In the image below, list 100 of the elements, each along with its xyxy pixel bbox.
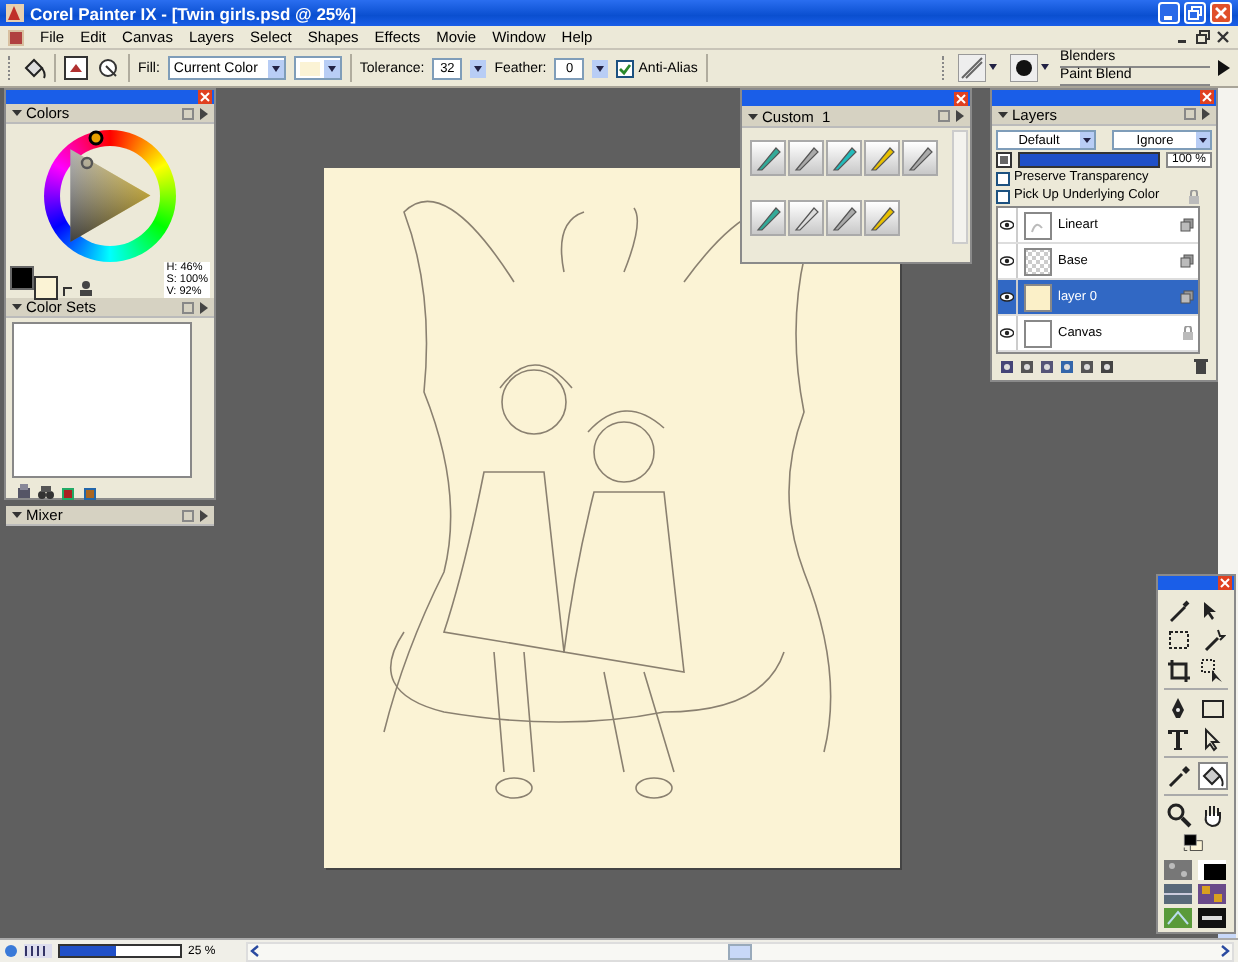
dropdown-arrow-icon xyxy=(1196,132,1210,148)
tool-button[interactable] xyxy=(1164,800,1194,828)
dropdown-arrow-icon[interactable] xyxy=(470,59,487,77)
expand-arrow-icon[interactable] xyxy=(200,301,208,313)
swap-colors-icon[interactable] xyxy=(62,286,74,298)
layer-thumbnail xyxy=(1024,283,1052,311)
brush-dab-button[interactable] xyxy=(1008,52,1052,84)
brush-variant-button[interactable] xyxy=(750,199,786,235)
paint-bucket-icon xyxy=(1200,763,1226,789)
brush-variant-button[interactable] xyxy=(788,140,824,176)
brush-variant-button[interactable] xyxy=(750,140,786,176)
trash-icon[interactable] xyxy=(1194,358,1208,374)
brush-icon xyxy=(830,203,858,231)
rectangle-select-icon xyxy=(1166,627,1192,653)
layer-stack-icon xyxy=(1180,218,1194,232)
saturation-value-triangle[interactable] xyxy=(64,146,154,246)
brush-icon xyxy=(754,203,782,231)
tool-button[interactable] xyxy=(1198,762,1228,790)
collapse-triangle-icon xyxy=(998,109,1008,120)
minimize-button[interactable] xyxy=(1158,2,1180,24)
value-marker[interactable] xyxy=(80,156,94,170)
app-icon xyxy=(6,4,24,22)
magic-wand-icon xyxy=(1200,627,1226,653)
dropdown-arrow-icon xyxy=(323,59,340,77)
brush-icon xyxy=(868,203,896,231)
remove-color-icon[interactable] xyxy=(82,484,98,500)
scroll-left-icon xyxy=(247,944,262,958)
transform-icon xyxy=(1200,657,1226,683)
text-icon xyxy=(1166,725,1192,751)
eye-icon[interactable] xyxy=(1000,256,1014,266)
primary-color-swatch[interactable] xyxy=(10,266,34,290)
brush-variant-button[interactable] xyxy=(902,140,938,176)
scroll-right-icon xyxy=(1218,944,1232,958)
zoom-scale-icon[interactable] xyxy=(24,944,52,958)
close-icon xyxy=(1214,6,1228,20)
crop-icon xyxy=(1166,657,1192,683)
brush-variant-button[interactable] xyxy=(826,199,862,235)
brush-icon xyxy=(830,144,858,172)
vertical-scrollbar[interactable] xyxy=(952,130,968,244)
rectangle-icon xyxy=(1200,695,1226,721)
brush-variant-button[interactable] xyxy=(864,199,900,235)
layer-thumbnail xyxy=(1024,319,1052,347)
fill-color-dropdown[interactable] xyxy=(293,56,342,80)
brush-variant-button[interactable] xyxy=(864,140,900,176)
secondary-color-swatch[interactable] xyxy=(34,276,58,300)
expand-arrow-icon[interactable] xyxy=(200,509,208,521)
tool-button[interactable] xyxy=(1164,656,1194,684)
paint-bucket-icon xyxy=(22,56,46,80)
binoculars-icon[interactable] xyxy=(38,484,54,500)
brush-icon xyxy=(792,203,820,231)
zoom-globe-icon[interactable] xyxy=(4,944,18,958)
tool-button[interactable] xyxy=(1164,762,1194,790)
checkbox[interactable] xyxy=(996,171,1010,185)
gradient-icon[interactable] xyxy=(1198,860,1226,880)
dropdown-arrow-icon[interactable] xyxy=(592,59,609,77)
fill-option-icon[interactable] xyxy=(64,56,88,80)
zoom-slider[interactable] xyxy=(58,944,182,958)
expand-arrow-icon[interactable] xyxy=(200,107,208,119)
horizontal-scrollbar[interactable] xyxy=(245,941,1234,961)
opacity-icon xyxy=(996,152,1012,168)
eye-icon[interactable] xyxy=(1000,328,1014,338)
dropdown-arrow-icon xyxy=(267,59,284,77)
color-set-list[interactable] xyxy=(12,322,192,478)
collapse-triangle-icon xyxy=(748,111,758,121)
tool-button[interactable] xyxy=(1198,694,1228,722)
brush-icon xyxy=(868,144,896,172)
color-stamp-icon[interactable] xyxy=(78,280,94,298)
brush-category-button[interactable] xyxy=(956,52,1000,84)
hue-marker[interactable] xyxy=(88,130,104,146)
checkbox[interactable] xyxy=(616,59,635,77)
layer-thumbnail xyxy=(1024,211,1052,239)
tool-button[interactable] xyxy=(1164,724,1194,752)
color-set-library-icon[interactable] xyxy=(16,484,32,500)
collapse-triangle-icon xyxy=(12,302,22,312)
pattern-icon[interactable] xyxy=(1164,884,1192,904)
magnifier-icon xyxy=(1166,801,1192,827)
add-color-icon[interactable] xyxy=(60,484,76,500)
close-icon[interactable] xyxy=(1216,30,1230,44)
expand-arrow-icon[interactable] xyxy=(1202,108,1210,121)
close-button[interactable] xyxy=(1210,2,1232,24)
eye-icon[interactable] xyxy=(1000,292,1014,302)
magic-wand-icon[interactable] xyxy=(96,56,120,80)
checkbox[interactable] xyxy=(996,189,1010,203)
opacity-slider[interactable] xyxy=(1018,152,1160,168)
scroll-thumb[interactable] xyxy=(727,943,752,959)
tool-button[interactable] xyxy=(1198,656,1228,684)
dropper-icon xyxy=(1166,763,1192,789)
brush-icon xyxy=(792,144,820,172)
expand-arrow-icon[interactable] xyxy=(956,110,964,122)
window-title: Corel Painter IX - [Twin girls.psd @ 25%] xyxy=(30,3,359,23)
brush-icon xyxy=(1166,597,1192,623)
collapse-triangle-icon xyxy=(12,108,22,118)
layer-stack-icon xyxy=(1180,290,1194,304)
restore-button[interactable] xyxy=(1184,2,1206,24)
layer-thumbnail xyxy=(1024,247,1052,275)
brush-variant-button[interactable] xyxy=(788,199,824,235)
eye-icon[interactable] xyxy=(1000,220,1014,230)
expand-arrow-icon[interactable] xyxy=(1218,60,1230,76)
brush-variant-button[interactable] xyxy=(826,140,862,176)
tool-button[interactable] xyxy=(1164,626,1194,654)
